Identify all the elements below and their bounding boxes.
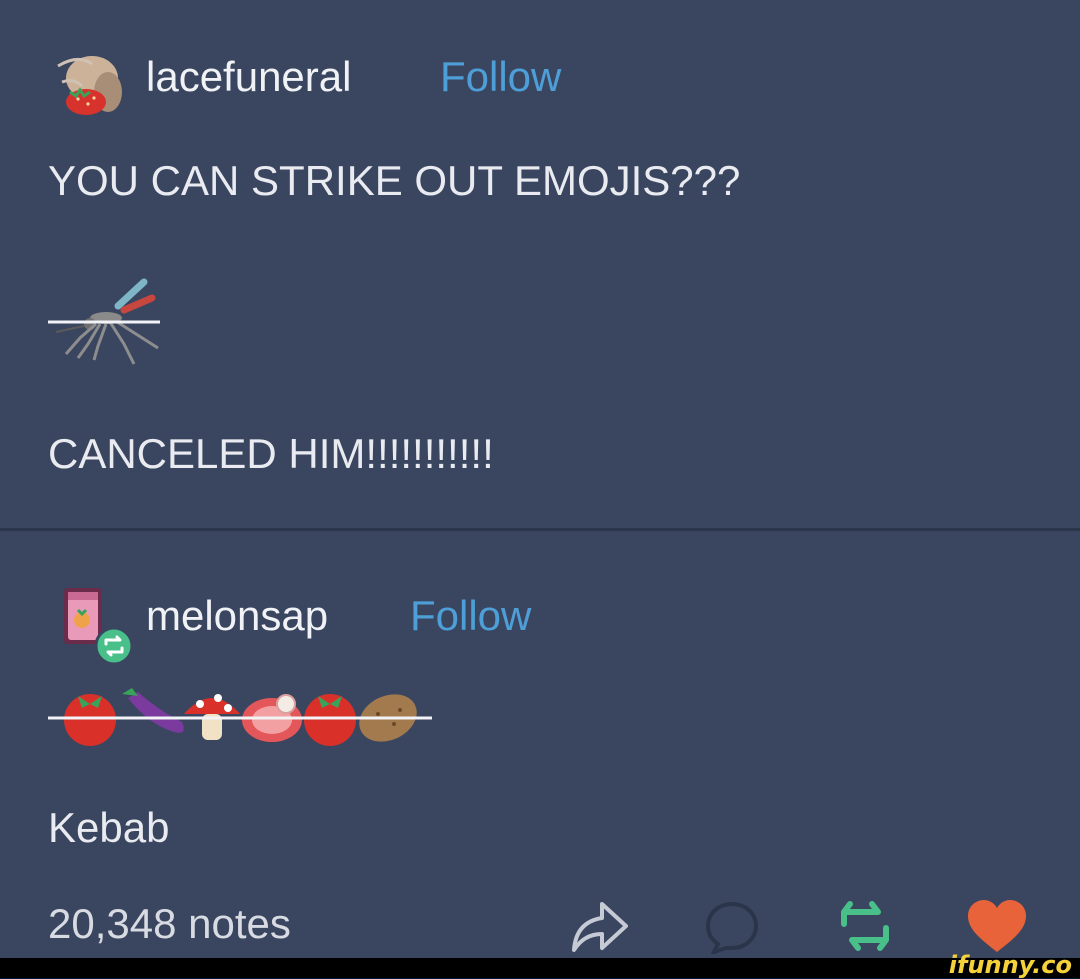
reblog-badge-icon — [94, 626, 134, 666]
lacefuneral-username[interactable]: lacefuneral — [146, 53, 351, 101]
post1-text-line1: YOU CAN STRIKE OUT EMOJIS??? — [48, 157, 741, 204]
lacefuneral-avatar[interactable] — [48, 52, 122, 118]
share-icon[interactable] — [568, 898, 630, 954]
notes-count[interactable]: 20,348 notes — [48, 900, 291, 948]
eggplant-emoji — [122, 688, 184, 733]
reblog-icon[interactable] — [838, 900, 892, 952]
tomato-emoji-2 — [304, 694, 356, 746]
post-divider — [0, 528, 1080, 531]
follow-lacefuneral-button[interactable]: Follow — [440, 53, 561, 101]
post2-text: Kebab — [48, 804, 170, 851]
post-area: lacefuneral Follow YOU CAN STRIKE OUT EM… — [0, 0, 1080, 958]
tomato-emoji-1 — [64, 694, 116, 746]
post1-text-line2: CANCELED HIM!!!!!!!!!!! — [48, 430, 494, 477]
melonsap-username[interactable]: melonsap — [146, 592, 328, 640]
bottom-bar — [0, 958, 1080, 978]
ifunny-watermark: ifunny.co — [948, 951, 1072, 979]
follow-melonsap-button[interactable]: Follow — [410, 592, 531, 640]
struck-mosquito-emoji — [48, 272, 166, 368]
comment-icon[interactable] — [704, 900, 760, 956]
like-heart-icon[interactable] — [966, 898, 1028, 954]
struck-kebab-emojis — [48, 684, 438, 748]
